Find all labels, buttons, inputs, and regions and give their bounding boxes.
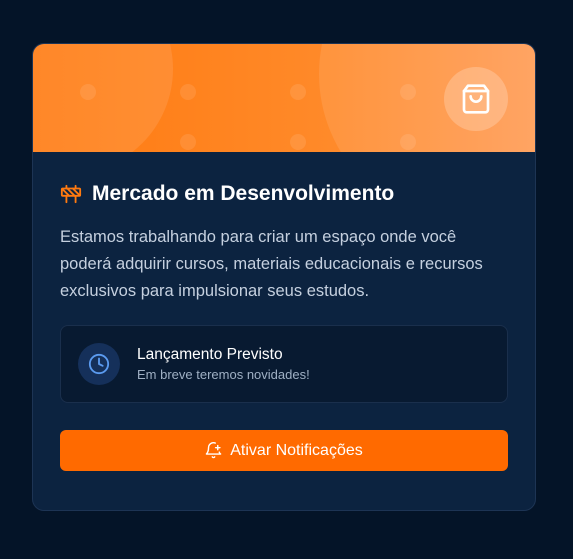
card-description: Estamos trabalhando para criar um espaço…	[60, 228, 483, 300]
card-banner	[33, 44, 535, 152]
title-row: Mercado em Desenvolvimento	[60, 182, 508, 206]
banner-decor-dot	[290, 134, 306, 150]
banner-decor-dot	[180, 84, 196, 100]
card-content: Mercado em Desenvolvimento Estamos traba…	[33, 182, 535, 471]
enable-notifications-label: Ativar Notificações	[230, 441, 363, 459]
banner-decor-dot	[400, 84, 416, 100]
launch-title: Lançamento Previsto	[137, 346, 283, 363]
enable-notifications-button[interactable]: Ativar Notificações	[60, 430, 508, 471]
bell-plus-icon	[205, 442, 222, 459]
launch-info-box: Lançamento Previsto Em breve teremos nov…	[60, 325, 508, 403]
launch-subtitle: Em breve teremos novidades!	[137, 367, 310, 382]
banner-decor-dot	[290, 84, 306, 100]
clock-badge	[78, 343, 120, 385]
clock-icon	[88, 353, 110, 375]
market-card: Mercado em Desenvolvimento Estamos traba…	[32, 43, 536, 511]
construction-barrier-icon	[60, 184, 82, 204]
card-title: Mercado em Desenvolvimento	[92, 182, 395, 205]
banner-decor-dot	[180, 134, 196, 150]
banner-decor-circle	[33, 44, 173, 152]
launch-text: Lançamento Previsto Em breve teremos nov…	[137, 346, 310, 382]
banner-decor-dot	[80, 84, 96, 100]
banner-decor-dot	[400, 134, 416, 150]
shopping-bag-badge	[444, 67, 508, 131]
shopping-bag-icon	[462, 84, 490, 114]
